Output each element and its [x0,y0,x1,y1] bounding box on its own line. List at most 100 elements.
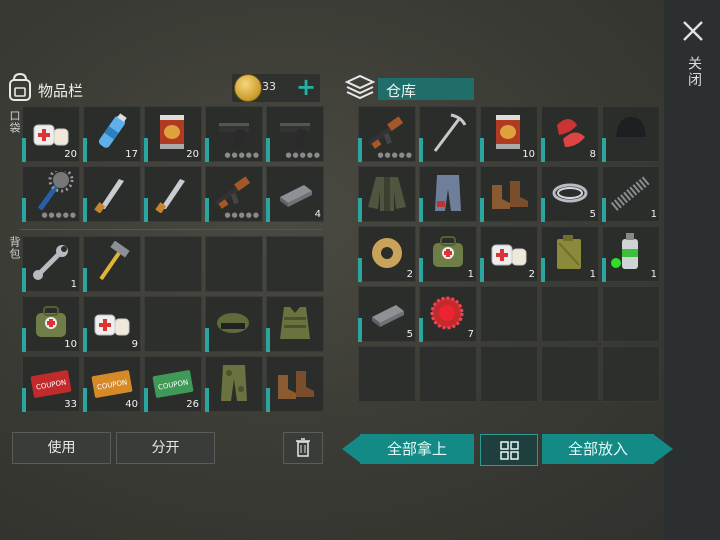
backpack-slot[interactable] [266,356,324,412]
durability-bar [83,268,87,292]
warehouse-icon [344,74,376,100]
put-all-button[interactable]: 全部放入 [542,434,654,464]
backpack-slot[interactable] [144,296,202,352]
raw-meat-icon [557,119,585,147]
warehouse-slot[interactable] [602,346,660,402]
durability-dots: ●●●●● [377,151,413,159]
use-button[interactable]: 使用 [12,432,111,464]
warehouse-slot[interactable]: 2 [358,226,416,282]
warehouse-slot[interactable] [419,346,477,402]
pocket-slot[interactable]: 20 [144,106,202,162]
warehouse-slot[interactable] [480,166,538,222]
durability-bar [419,318,423,342]
trash-icon [296,438,310,457]
item-count: 10 [522,149,535,160]
item-count: 5 [589,209,596,220]
pocket-label: 口袋 [8,110,21,134]
warehouse-slot[interactable] [480,286,538,342]
divider [20,229,322,230]
durability-bar [144,138,148,162]
durability-bar [266,328,270,352]
backpack-slot[interactable] [205,236,263,292]
durability-bar [480,138,484,162]
warehouse-slot[interactable]: ●●●●● [358,106,416,162]
close-icon[interactable] [682,20,704,42]
durability-bar [358,318,362,342]
durability-bar [205,198,209,222]
warehouse-slot[interactable] [602,106,660,162]
backpack-slot[interactable] [144,236,202,292]
split-button[interactable]: 分开 [116,432,215,464]
warehouse-slot[interactable]: 2 [480,226,538,282]
pocket-slot[interactable]: ●●●●● [266,106,324,162]
beanie-icon [616,117,646,145]
warehouse-slot[interactable] [419,166,477,222]
durability-bar [22,138,26,162]
item-count: 20 [64,149,77,160]
durability-bar [22,388,26,412]
warehouse-slot[interactable]: 5 [358,286,416,342]
backpack-slot[interactable] [83,236,141,292]
pocket-slot[interactable]: 17 [83,106,141,162]
trash-button[interactable] [283,432,323,464]
sort-grid-button[interactable] [480,434,538,466]
durability-bar [83,198,87,222]
item-count: 7 [467,329,474,340]
backpack-slot[interactable]: 1 [22,236,80,292]
warehouse-slot[interactable]: 7 [419,286,477,342]
bandage-icon [94,314,130,336]
durability-dots: ●●●●● [224,211,260,219]
close-label[interactable]: 关闭 [684,56,704,88]
backpack-label: 背包 [8,236,21,260]
backpack-slot[interactable]: COUPON 40 [83,356,141,412]
pocket-slot[interactable]: ●●●●● [22,166,80,222]
warehouse-slot[interactable] [602,286,660,342]
backpack-slot[interactable] [266,296,324,352]
tape-roll-icon [372,238,402,268]
backpack-slot[interactable]: 10 [22,296,80,352]
backpack-slot[interactable] [266,236,324,292]
backpack-slot[interactable] [205,356,263,412]
warehouse-slot[interactable]: 10 [480,106,538,162]
warehouse-slot[interactable]: 5 [541,166,599,222]
wire-icon [552,183,588,203]
backpack-slot[interactable]: 9 [83,296,141,352]
pocket-slot[interactable]: ●●●●● [205,106,263,162]
durability-bar [358,138,362,162]
pocket-slot[interactable] [144,166,202,222]
take-all-button[interactable]: 全部拿上 [360,434,474,464]
durability-bar [602,198,606,222]
backpack-slot[interactable]: COUPON 33 [22,356,80,412]
add-coins-button[interactable]: + [296,74,316,100]
pocket-slot[interactable]: 20 [22,106,80,162]
spiked-club-icon [37,171,74,211]
warehouse-slot[interactable]: 1 [419,226,477,282]
warehouse-slot[interactable]: 1 [602,166,660,222]
warehouse-slot[interactable] [358,166,416,222]
warehouse-slot[interactable]: 1 [541,226,599,282]
durability-dots: ●●●●● [41,211,77,219]
warehouse-slot[interactable] [541,286,599,342]
assault-rifle-icon [214,176,251,209]
durability-bar [266,138,270,162]
water-bottle-icon [98,113,127,148]
warehouse-slot[interactable]: 1 [602,226,660,282]
item-count: 17 [125,149,138,160]
warehouse-slot[interactable] [541,346,599,402]
pocket-slot[interactable]: 4 [266,166,324,222]
camo-vest-icon [280,307,310,339]
warehouse-slot[interactable] [358,346,416,402]
backpack-slot[interactable]: COUPON 26 [144,356,202,412]
pocket-slot[interactable] [83,166,141,222]
pocket-slot[interactable]: ●●●●● [205,166,263,222]
inventory-title: 物品栏 [38,82,84,100]
warehouse-slot[interactable] [480,346,538,402]
durability-bar [83,388,87,412]
hammer-icon [99,241,130,281]
backpack-slot[interactable] [205,296,263,352]
wrench-icon [33,245,68,280]
warehouse-slot[interactable]: 8 [541,106,599,162]
backpack-icon [9,72,31,101]
put-all-arrow [653,434,673,464]
warehouse-slot[interactable] [419,106,477,162]
